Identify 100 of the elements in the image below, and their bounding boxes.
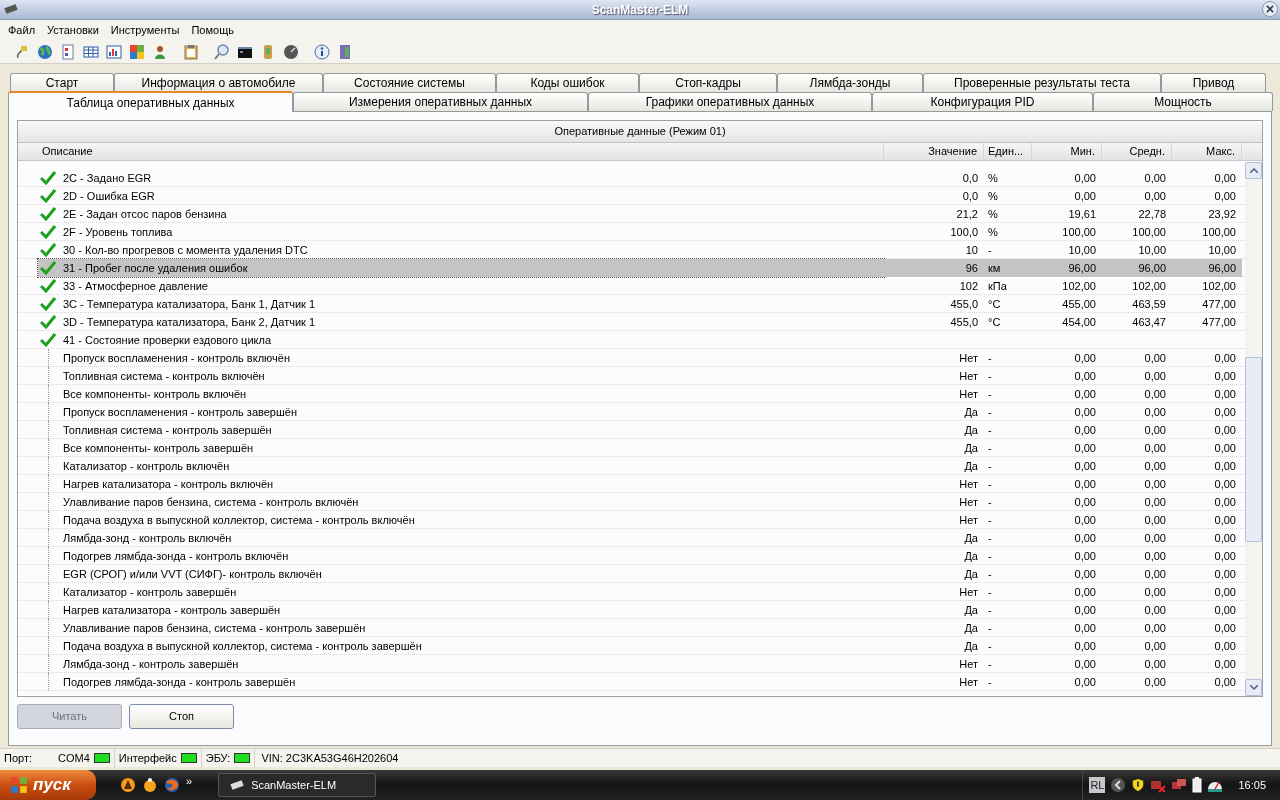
globe-icon[interactable] bbox=[37, 43, 53, 60]
tab[interactable]: Проверенные результаты теста bbox=[923, 73, 1161, 92]
tab[interactable]: Состояние системы bbox=[323, 73, 496, 92]
table-cell: Да bbox=[964, 567, 978, 580]
column-header[interactable]: Макс. bbox=[1172, 143, 1242, 160]
table-row[interactable]: 2F - Уровень топлива 100,0 % 100,00 100,00 100,00 bbox=[18, 223, 1245, 241]
menu-item[interactable]: Установки bbox=[41, 21, 105, 39]
table-cell: 100,0 bbox=[950, 225, 978, 238]
status-label: ЭБУ: bbox=[205, 750, 231, 766]
table-title: Оперативные данные (Режим 01) bbox=[18, 121, 1262, 143]
exit-door-icon[interactable] bbox=[337, 43, 353, 60]
table-cell: Нет bbox=[959, 675, 978, 688]
table-row[interactable]: 2E - Задан отсос паров бензина 21,2 % 19,61 22,78 23,92 bbox=[18, 205, 1245, 223]
table-cell: - bbox=[988, 603, 992, 616]
battery-icon[interactable] bbox=[1192, 777, 1203, 793]
table-row[interactable]: Подогрев лямбда-зонда - контроль завершён Нет - 0,00 0,00 0,00 bbox=[18, 673, 1245, 691]
grid-icon[interactable] bbox=[83, 43, 99, 60]
info-icon[interactable] bbox=[314, 43, 330, 60]
colorful-square-icon[interactable] bbox=[129, 43, 145, 60]
table-cell: 96,00 bbox=[1068, 261, 1096, 274]
tab[interactable]: Старт bbox=[10, 73, 114, 92]
tab[interactable]: Информация о автомобиле bbox=[114, 73, 323, 92]
menu-item[interactable]: Файл bbox=[2, 21, 42, 39]
table-row[interactable]: Все компоненты- контроль завершён Да - 0,00 0,00 0,00 bbox=[18, 439, 1245, 457]
document-icon[interactable] bbox=[60, 43, 76, 60]
chevron-left-icon[interactable] bbox=[1110, 777, 1127, 793]
scroll-thumb[interactable] bbox=[1245, 357, 1262, 542]
column-header[interactable]: Значение bbox=[884, 143, 984, 160]
table-row[interactable]: EGR (СРОГ) и/или VVT (СИФГ)- контроль включён Да - 0,00 0,00 0,00 bbox=[18, 565, 1245, 583]
gauge-icon[interactable] bbox=[283, 43, 299, 60]
table-row[interactable]: Лямбда-зонд - контроль завершён Нет - 0,00 0,00 0,00 bbox=[18, 655, 1245, 673]
table-row[interactable]: Нагрев катализатора - контроль включён Нет - 0,00 0,00 0,00 bbox=[18, 475, 1245, 493]
table-row[interactable]: Лямбда-зонд - контроль включён Да - 0,00 0,00 0,00 bbox=[18, 529, 1245, 547]
chart-icon[interactable] bbox=[106, 43, 122, 60]
table-row[interactable]: Подача воздуха в выпускной коллектор, система - контроль завершён Да - 0,00 0,00 0,00 bbox=[18, 637, 1245, 655]
table-cell: 0,0 bbox=[962, 189, 978, 202]
table-row[interactable]: Подача воздуха в выпускной коллектор, система - контроль включён Нет - 0,00 0,00 0,00 bbox=[18, 511, 1245, 529]
tab[interactable]: Коды ошибок bbox=[496, 73, 639, 92]
table-row[interactable]: Все компоненты- контроль включён Нет - 0,00 0,00 0,00 bbox=[18, 385, 1245, 403]
magnifier-icon[interactable] bbox=[214, 43, 230, 60]
menu-item[interactable]: Инструменты bbox=[104, 21, 186, 39]
scrollbar[interactable] bbox=[1245, 162, 1262, 696]
shield-icon[interactable] bbox=[1131, 777, 1146, 793]
table-cell: 0,00 bbox=[1214, 189, 1236, 202]
column-header[interactable]: Един... bbox=[984, 143, 1032, 160]
table-cell: 0,00 bbox=[1214, 513, 1236, 526]
table-row[interactable]: Пропуск воспламенения - контроль включён Нет - 0,00 0,00 0,00 bbox=[18, 349, 1245, 367]
check-icon bbox=[40, 242, 56, 257]
table-cell: Нет bbox=[959, 351, 978, 364]
browser-icon[interactable] bbox=[164, 777, 180, 793]
table-cell: Нет bbox=[959, 387, 978, 400]
menu-item[interactable]: Помощь bbox=[185, 21, 240, 39]
column-header[interactable]: Средн. bbox=[1102, 143, 1172, 160]
more-button[interactable]: » bbox=[186, 772, 193, 790]
start-button[interactable]: пуск bbox=[0, 770, 96, 800]
scroll-down-button[interactable] bbox=[1245, 679, 1262, 696]
table-row[interactable]: 41 - Состояние проверки ездового цикла bbox=[18, 331, 1245, 349]
tab[interactable]: Конфигурация PID bbox=[872, 92, 1093, 111]
table-row[interactable]: Улавливание паров бензина, система - контроль включён Нет - 0,00 0,00 0,00 bbox=[18, 493, 1245, 511]
tab[interactable]: Графики оперативных данных bbox=[588, 92, 872, 111]
table-row[interactable]: 3C - Температура катализатора, Банк 1, Датчик 1 455,0 °C 455,00 463,59 477,00 bbox=[18, 295, 1245, 313]
tab[interactable]: Стоп-кадры bbox=[639, 73, 777, 92]
plug-icon[interactable] bbox=[14, 43, 30, 60]
table-row[interactable]: Катализатор - контроль завершён Нет - 0,00 0,00 0,00 bbox=[18, 583, 1245, 601]
table-cell: 0,00 bbox=[1074, 351, 1096, 364]
clipboard-icon[interactable] bbox=[183, 43, 199, 60]
scroll-up-button[interactable] bbox=[1245, 162, 1262, 179]
tab[interactable]: Таблица оперативных данных bbox=[8, 91, 293, 112]
table-cell: °C bbox=[988, 297, 1001, 310]
table-row[interactable]: 2C - Задано EGR 0,0 % 0,00 0,00 0,00 bbox=[18, 169, 1245, 187]
triangle-app-icon[interactable] bbox=[120, 777, 136, 793]
column-header[interactable]: Описание bbox=[38, 143, 884, 160]
table-row[interactable]: Топливная система - контроль завершён Да - 0,00 0,00 0,00 bbox=[18, 421, 1245, 439]
taskbar-button[interactable]: ScanMaster-ELM bbox=[218, 773, 377, 797]
table-cell: 0,00 bbox=[1074, 405, 1096, 418]
chip-icon bbox=[229, 779, 246, 791]
tab[interactable]: Лямбда-зонды bbox=[777, 73, 923, 92]
tab[interactable]: Измерения оперативных данных bbox=[293, 92, 588, 111]
column-header[interactable]: Мин. bbox=[1032, 143, 1102, 160]
table-row[interactable]: Улавливание паров бензина, система - контроль завершён Да - 0,00 0,00 0,00 bbox=[18, 619, 1245, 637]
caret-up-icon bbox=[1249, 168, 1258, 173]
person-icon[interactable] bbox=[152, 43, 168, 60]
sun-icon[interactable] bbox=[142, 777, 158, 793]
table-cell: Да bbox=[964, 423, 978, 436]
table-row[interactable]: 2D - Ошибка EGR 0,0 % 0,00 0,00 0,00 bbox=[18, 187, 1245, 205]
table-row[interactable]: 33 - Атмосферное давление 102 кПа 102,00 102,00 102,00 bbox=[18, 277, 1245, 295]
table-cell-text: Подача воздуха в выпускной коллектор, система - контроль включён bbox=[63, 512, 415, 528]
table-row[interactable]: Пропуск воспламенения - контроль завершён Да - 0,00 0,00 0,00 bbox=[18, 403, 1245, 421]
table-row[interactable]: Нагрев катализатора - контроль завершён Да - 0,00 0,00 0,00 bbox=[18, 601, 1245, 619]
action-button[interactable]: Стоп bbox=[129, 704, 234, 729]
table-row[interactable]: Подогрев лямбда-зонда - контроль включён Да - 0,00 0,00 0,00 bbox=[18, 547, 1245, 565]
tab[interactable]: Мощность bbox=[1093, 92, 1273, 111]
table-cell: 0,00 bbox=[1144, 441, 1166, 454]
table-row[interactable]: Катализатор - контроль включён Да - 0,00 0,00 0,00 bbox=[18, 457, 1245, 475]
tab[interactable]: Привод bbox=[1161, 73, 1266, 92]
language-indicator[interactable]: RL bbox=[1089, 776, 1106, 794]
table-row[interactable]: 3D - Температура катализатора, Банк 2, Датчик 1 455,0 °C 454,00 463,47 477,00 bbox=[18, 313, 1245, 331]
close-button[interactable] bbox=[1262, 1, 1278, 17]
table-row[interactable]: Топливная система - контроль включён Нет - 0,00 0,00 0,00 bbox=[18, 367, 1245, 385]
table-cell: 102 bbox=[959, 279, 978, 292]
